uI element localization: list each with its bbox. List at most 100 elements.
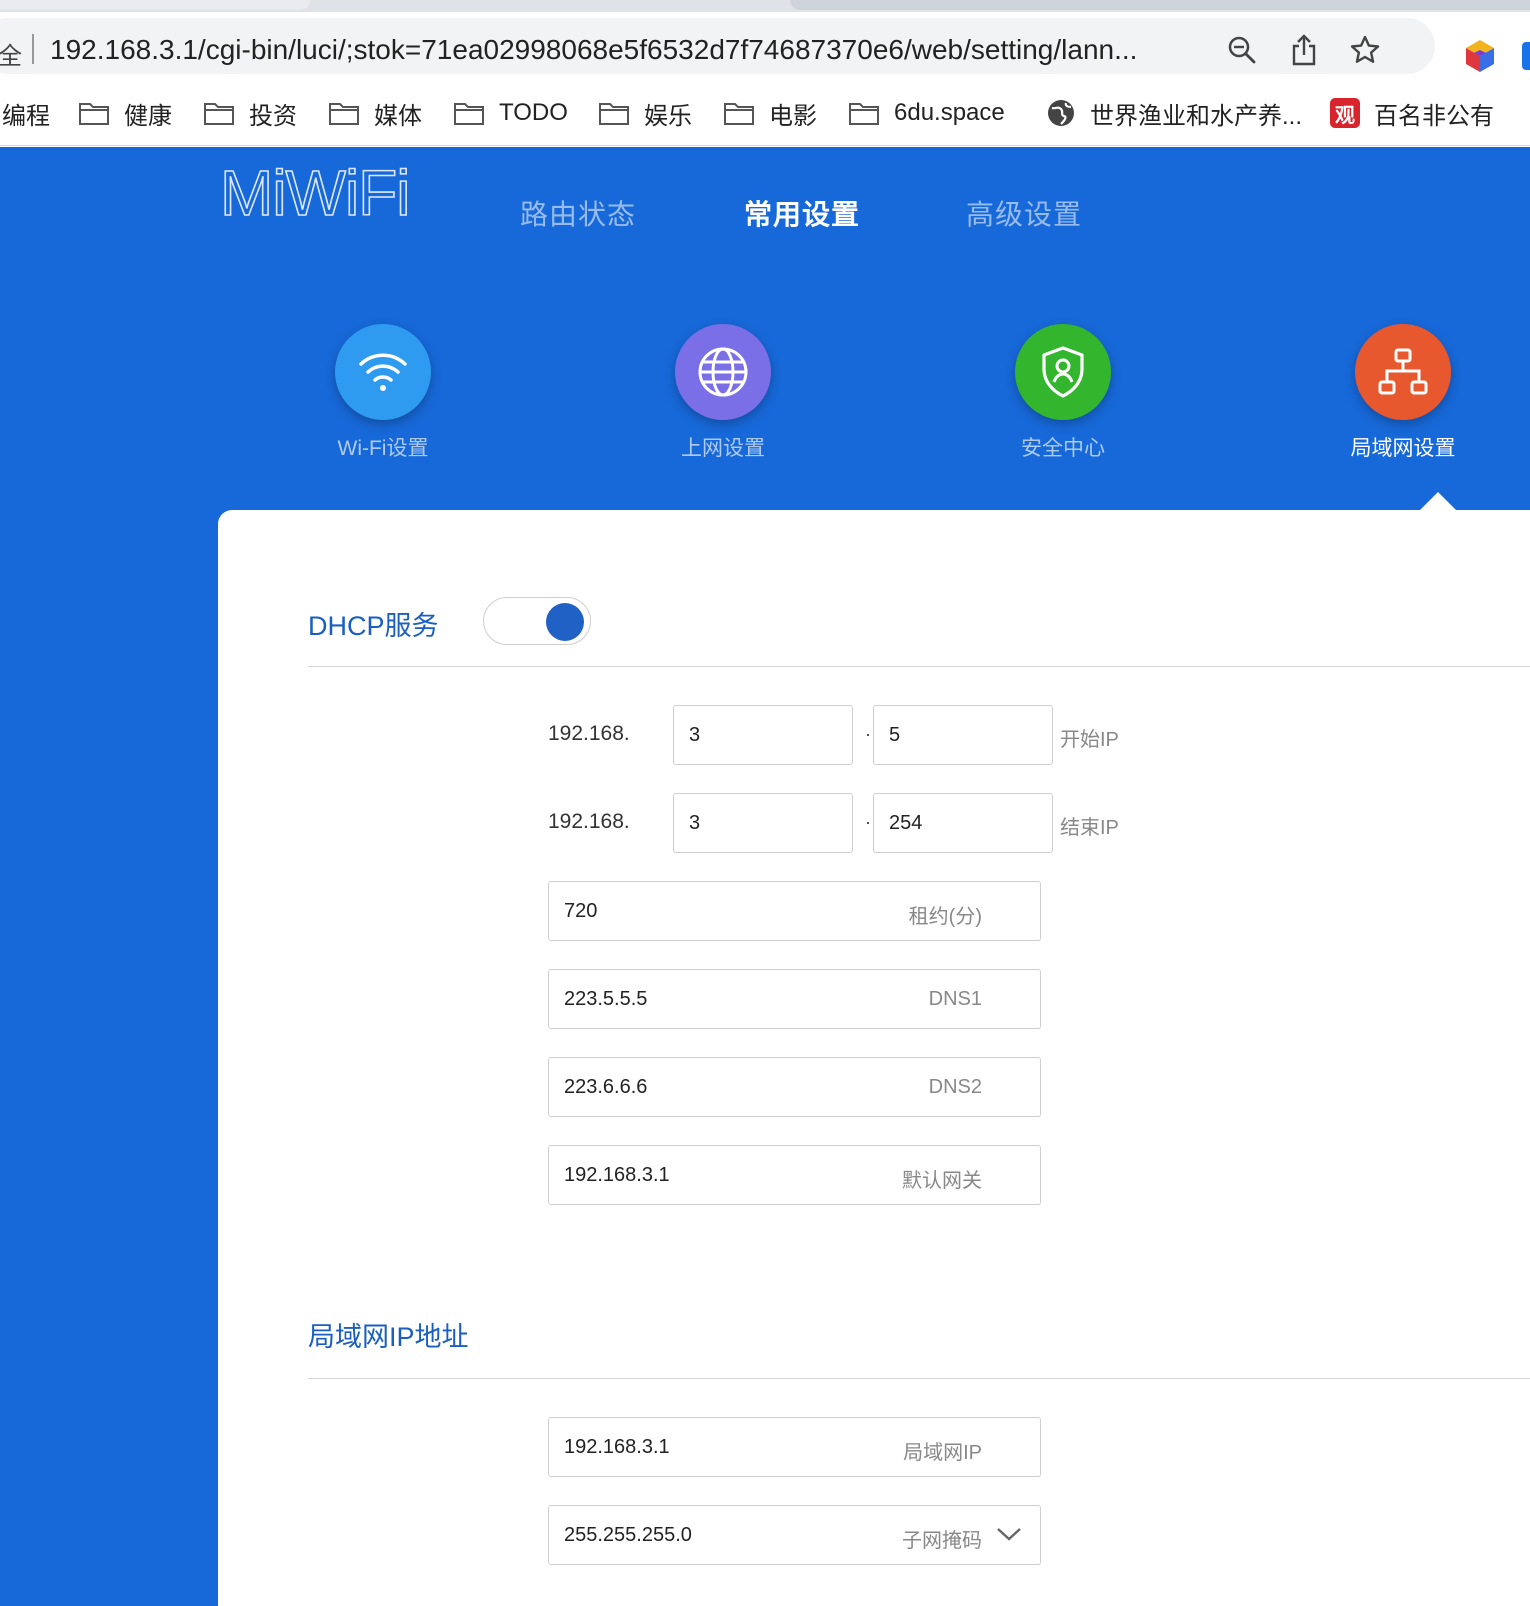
category-lan[interactable]: 局域网设置 [1303, 324, 1503, 462]
bookmark-folder[interactable]: 娱乐 [598, 93, 692, 133]
subnet-mask-select[interactable]: 255.255.255.0 子网掩码 [548, 1505, 1041, 1565]
bookmark-item[interactable]: 观 百名非公有 [1330, 93, 1494, 133]
bookmark-folder[interactable]: 电影 [723, 93, 817, 133]
globe-icon [1046, 98, 1076, 128]
end-ip-prefix: 192.168. [548, 810, 630, 833]
address-row: 全 192.168.3.1/cgi-bin/luci/;stok=71ea029… [0, 12, 1530, 80]
lan-section-title: 局域网IP地址 [308, 1322, 469, 1352]
bookmark-label: 6du.space [894, 99, 1005, 126]
omnibox-security-label[interactable]: 全 [0, 36, 22, 71]
start-ip-prefix: 192.168. [548, 722, 630, 745]
input-hint: 租约(分) [908, 906, 982, 928]
bookmark-folder[interactable]: 投资 [203, 93, 297, 133]
bookmark-folder[interactable]: 健康 [78, 93, 172, 133]
tab-strip [0, 0, 1530, 12]
bookmark-label: 世界渔业和水产养... [1090, 102, 1303, 130]
omnibox-separator [32, 34, 34, 64]
miwifi-app: MiWiFi 路由状态 常用设置 高级设置 Wi-Fi设置 上网设置 安全中心 … [0, 147, 1530, 1606]
share-icon[interactable] [1286, 32, 1322, 68]
shield-icon [1015, 324, 1111, 420]
browser-tab[interactable] [790, 0, 1530, 10]
settings-panel: DHCP服务 192.168. 3 · 5 开始IP 192.168. 3 · … [218, 510, 1530, 1606]
input-hint: 子网掩码 [902, 1530, 982, 1552]
category-label: Wi-Fi设置 [337, 437, 429, 460]
bookmark-label: 娱乐 [644, 102, 692, 130]
dns2-input[interactable]: 223.6.6.6 DNS2 [548, 1057, 1041, 1117]
svg-text:MiWiFi: MiWiFi [220, 157, 409, 227]
input-value: 5 [889, 724, 901, 746]
lease-input[interactable]: 720 租约(分) [548, 881, 1041, 941]
bookmark-folder[interactable]: TODO [453, 93, 568, 133]
bookmark-item[interactable]: 编程 [2, 93, 50, 133]
end-ip-octet3-input[interactable]: 3 [673, 793, 853, 853]
folder-icon [453, 100, 485, 126]
toggle-knob [546, 603, 584, 641]
nav-router-status[interactable]: 路由状态 [520, 193, 636, 233]
bookmark-label: 编程 [2, 102, 50, 130]
bookmark-label: 百名非公有 [1374, 102, 1494, 130]
folder-icon [203, 100, 235, 126]
profile-edge-indicator [1522, 42, 1530, 70]
input-value: 223.6.6.6 [564, 1076, 648, 1098]
category-label: 局域网设置 [1350, 437, 1456, 460]
input-hint: 默认网关 [902, 1170, 982, 1192]
start-ip-octet3-input[interactable]: 3 [673, 705, 853, 765]
bookmark-label: TODO [499, 99, 568, 126]
end-ip-label: 结束IP [1060, 817, 1119, 839]
input-hint: DNS2 [928, 1076, 982, 1098]
category-internet[interactable]: 上网设置 [623, 324, 823, 462]
gateway-input[interactable]: 192.168.3.1 默认网关 [548, 1145, 1041, 1205]
input-value: 3 [689, 724, 701, 746]
extension-cube-icon[interactable] [1462, 38, 1498, 74]
miwifi-logo[interactable]: MiWiFi [219, 156, 411, 232]
start-ip-octet4-input[interactable]: 5 [873, 705, 1053, 765]
dhcp-toggle[interactable] [483, 597, 591, 645]
bookmark-star-icon[interactable] [1347, 32, 1383, 68]
dns1-input[interactable]: 223.5.5.5 DNS1 [548, 969, 1041, 1029]
bookmarks-bar: 编程 健康 投资 媒体 TODO 娱乐 电影 6du.space 世界渔业和水产… [0, 80, 1530, 146]
divider [308, 666, 1530, 667]
network-icon [1355, 324, 1451, 420]
input-value: 192.168.3.1 [564, 1164, 670, 1186]
folder-icon [848, 100, 880, 126]
start-ip-label: 开始IP [1060, 729, 1119, 751]
select-value: 255.255.255.0 [564, 1524, 692, 1546]
category-wifi[interactable]: Wi-Fi设置 [283, 324, 483, 462]
end-ip-octet4-input[interactable]: 254 [873, 793, 1053, 853]
chevron-down-icon[interactable] [996, 1526, 1022, 1547]
category-label: 安全中心 [1021, 437, 1105, 460]
divider [308, 1378, 1530, 1379]
globe-icon [675, 324, 771, 420]
category-label: 上网设置 [681, 437, 765, 460]
folder-icon [78, 100, 110, 126]
nav-advanced-settings[interactable]: 高级设置 [966, 193, 1082, 233]
nav-common-settings[interactable]: 常用设置 [744, 193, 860, 233]
bookmark-label: 电影 [769, 102, 817, 130]
input-value: 223.5.5.5 [564, 988, 648, 1010]
dhcp-section-title: DHCP服务 [308, 611, 439, 641]
zoom-icon[interactable] [1224, 32, 1260, 68]
folder-icon [598, 100, 630, 126]
wifi-icon [335, 324, 431, 420]
active-category-pointer [1420, 492, 1456, 510]
folder-icon [328, 100, 360, 126]
omnibox[interactable]: 全 192.168.3.1/cgi-bin/luci/;stok=71ea029… [0, 18, 1435, 74]
input-value: 192.168.3.1 [564, 1436, 670, 1458]
bookmark-label: 投资 [249, 102, 297, 130]
url-text[interactable]: 192.168.3.1/cgi-bin/luci/;stok=71ea02998… [50, 34, 1230, 66]
input-hint: DNS1 [928, 988, 982, 1010]
input-value: 254 [889, 812, 923, 834]
input-value: 3 [689, 812, 701, 834]
browser-tab[interactable] [0, 0, 310, 10]
bookmark-label: 健康 [124, 102, 172, 130]
guan-icon: 观 [1330, 98, 1360, 128]
folder-icon [723, 100, 755, 126]
bookmark-label: 媒体 [374, 102, 422, 130]
input-value: 720 [564, 900, 598, 922]
ip-dot: · [865, 812, 871, 832]
category-security[interactable]: 安全中心 [963, 324, 1163, 462]
lan-ip-input[interactable]: 192.168.3.1 局域网IP [548, 1417, 1041, 1477]
bookmark-item[interactable]: 世界渔业和水产养... [1046, 93, 1302, 133]
bookmark-folder[interactable]: 6du.space [848, 93, 1005, 133]
bookmark-folder[interactable]: 媒体 [328, 93, 422, 133]
